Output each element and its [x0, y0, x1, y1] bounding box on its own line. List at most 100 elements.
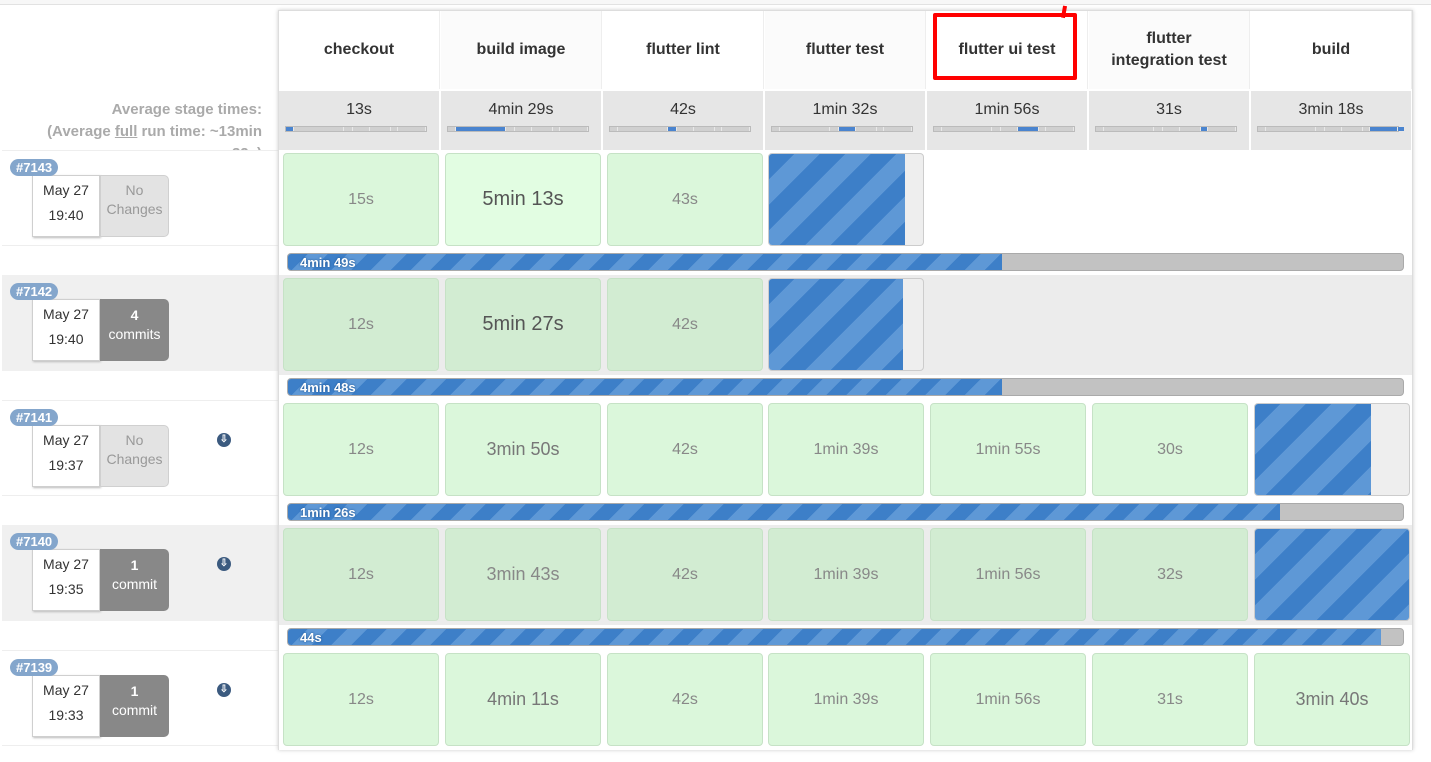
changes-badge[interactable]: No Changes — [100, 175, 169, 237]
stage-cell[interactable]: 12s — [283, 278, 439, 371]
avg-bar — [771, 126, 913, 132]
run-row: #7140 May 27 19:35 1 commit ⇩ — [2, 525, 278, 621]
stage-cell[interactable]: 1min 39s — [768, 653, 924, 746]
download-icon[interactable]: ⇩ — [217, 683, 231, 697]
avg-stage-time: 13s — [279, 91, 440, 150]
changes-badge[interactable]: 4 commits — [100, 299, 169, 361]
stage-header-flutter-test: flutter test — [765, 11, 926, 89]
run-row: #7141 May 27 19:37 No Changes ⇩ — [2, 400, 278, 496]
run-date-box: May 27 19:40 — [32, 175, 100, 237]
progress-fill — [288, 254, 1002, 270]
stage-cell-running[interactable] — [768, 278, 924, 371]
avg-bar-tick — [1206, 127, 1208, 131]
progress-fill — [288, 629, 1381, 645]
changes-line2: commits — [108, 326, 161, 342]
avg-bar-fill — [1199, 127, 1207, 131]
changes-line2: Changes — [106, 451, 163, 467]
stage-cell[interactable]: 42s — [607, 528, 763, 621]
avg-full-prefix: (Average — [47, 123, 115, 140]
stage-cell[interactable]: 12s — [283, 653, 439, 746]
stage-cell[interactable]: 32s — [1092, 528, 1248, 621]
stage-cell[interactable]: 12s — [283, 403, 439, 496]
stage-header-build-image: build image — [441, 11, 602, 89]
avg-bar-tick — [1044, 127, 1046, 131]
avg-value: 3min 18s — [1298, 101, 1364, 118]
run-date: May 27 — [43, 306, 89, 322]
build-number-badge[interactable]: #7142 — [10, 283, 59, 300]
stage-cell[interactable]: 4min 11s — [445, 653, 601, 746]
stage-header-flutter-lint: flutter lint — [603, 11, 764, 89]
changes-count: 1 — [130, 683, 139, 699]
avg-bar-tick — [692, 127, 694, 131]
stage-cell[interactable]: 3min 50s — [445, 403, 601, 496]
avg-full-link[interactable]: full — [115, 123, 138, 140]
stage-cell[interactable]: 42s — [607, 653, 763, 746]
stage-cell[interactable]: 1min 56s — [930, 528, 1086, 621]
stage-cell[interactable]: 1min 39s — [768, 403, 924, 496]
avg-bar-tick — [1161, 127, 1163, 131]
avg-bar-tick — [293, 127, 294, 131]
avg-bar-tick — [513, 127, 515, 131]
changes-line2: commit — [111, 576, 158, 592]
running-stripes — [769, 279, 903, 370]
build-number-badge[interactable]: #7139 — [10, 659, 59, 676]
running-stripes — [1255, 529, 1409, 620]
stage-cell[interactable]: 3min 40s — [1254, 653, 1410, 746]
progress-fill — [288, 379, 1002, 395]
stage-cell[interactable]: 43s — [607, 153, 763, 246]
avg-bar-tick — [505, 127, 507, 131]
stage-cell[interactable]: 12s — [283, 528, 439, 621]
changes-line1: No — [125, 432, 144, 448]
runs-column: Average stage times: (Average full run t… — [0, 0, 278, 762]
run-date: May 27 — [43, 432, 89, 448]
build-number-badge[interactable]: #7143 — [10, 159, 59, 176]
stage-cell[interactable]: 3min 43s — [445, 528, 601, 621]
changes-badge[interactable]: 1 commit — [100, 549, 169, 611]
build-number-badge[interactable]: #7140 — [10, 533, 59, 550]
avg-bar-tick — [586, 127, 588, 131]
avg-bar-tick — [617, 127, 618, 131]
stage-cell[interactable]: 30s — [1092, 403, 1248, 496]
avg-value: 1min 56s — [974, 101, 1040, 118]
avg-bar-fill — [286, 127, 293, 131]
avg-title: Average stage times: — [111, 101, 262, 118]
changes-badge[interactable]: 1 commit — [100, 675, 169, 737]
stage-cell[interactable]: 42s — [607, 278, 763, 371]
avg-bar-tick — [837, 127, 839, 131]
changes-badge[interactable]: No Changes — [100, 425, 169, 487]
avg-bar-tick — [1103, 127, 1104, 131]
stage-cell[interactable]: 31s — [1092, 653, 1248, 746]
run-time: 19:40 — [48, 331, 84, 347]
stage-cell[interactable]: 15s — [283, 153, 439, 246]
download-icon[interactable]: ⇩ — [217, 557, 231, 571]
running-stripes — [1255, 404, 1371, 495]
avg-bar-tick — [854, 127, 856, 131]
avg-bar-fill — [455, 127, 506, 131]
stage-cell-running[interactable] — [1254, 528, 1410, 621]
avg-bar-tick — [1153, 127, 1155, 131]
avg-stage-time: 1min 32s — [765, 91, 926, 150]
stage-cell-running[interactable] — [1254, 403, 1410, 496]
avg-stage-time: 3min 18s — [1251, 91, 1412, 150]
stage-cell[interactable]: 1min 39s — [768, 528, 924, 621]
stage-cell[interactable]: 5min 27s — [445, 278, 601, 371]
stage-view-table: checkout build image flutter lint flutte… — [278, 10, 1413, 750]
download-icon[interactable]: ⇩ — [217, 433, 231, 447]
stage-cell[interactable]: 1min 55s — [930, 403, 1086, 496]
stage-cell[interactable]: 5min 13s — [445, 153, 601, 246]
run-date-box: May 27 19:40 — [32, 299, 100, 361]
avg-bar-tick — [389, 127, 391, 131]
run-date-box: May 27 19:33 — [32, 675, 100, 737]
build-number-badge[interactable]: #7141 — [10, 409, 59, 426]
run-progress-bar: 4min 48s — [287, 378, 1404, 396]
avg-bar-tick — [343, 127, 345, 131]
avg-value: 13s — [346, 101, 372, 118]
stage-cell[interactable]: 1min 56s — [930, 653, 1086, 746]
run-date: May 27 — [43, 556, 89, 572]
run-progress-bar: 1min 26s — [287, 503, 1404, 521]
avg-bar-tick — [667, 127, 669, 131]
stage-cell-running[interactable] — [768, 153, 924, 246]
avg-bar — [1257, 126, 1404, 132]
stage-cell[interactable]: 42s — [607, 403, 763, 496]
avg-bar-tick — [1037, 127, 1039, 131]
